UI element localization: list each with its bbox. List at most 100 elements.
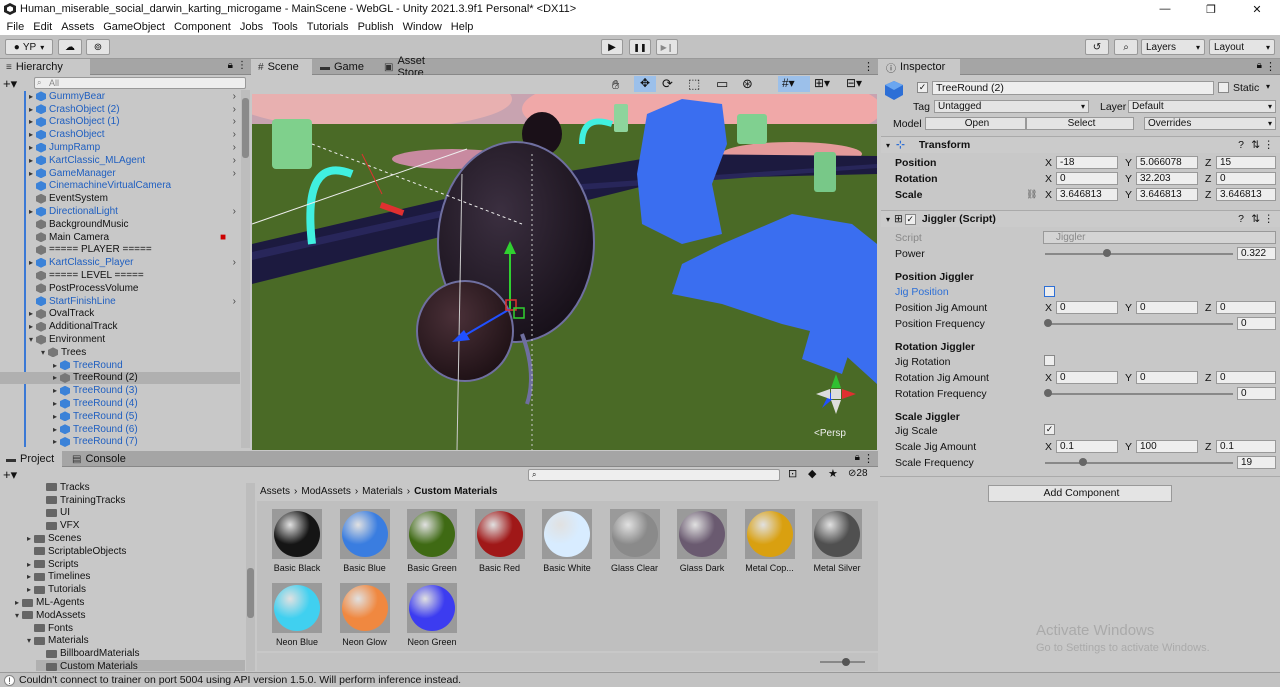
project-tree-scrollbar[interactable] — [246, 483, 255, 671]
minimize-icon[interactable]: — — [1142, 0, 1188, 18]
menu-edit[interactable]: Edit — [29, 21, 57, 33]
expand-arrow-icon[interactable]: ▸ — [50, 373, 60, 382]
expand-arrow-icon[interactable]: ▸ — [50, 412, 60, 421]
expand-arrow-icon[interactable]: ▸ — [24, 560, 34, 569]
hierarchy-row[interactable]: ▸ AdditionalTrack — [0, 320, 240, 333]
project-folder-row[interactable]: BillboardMaterials — [36, 647, 139, 660]
tab-console[interactable]: ▤ Console — [66, 451, 136, 467]
select-button[interactable]: Select — [1026, 117, 1134, 130]
material-asset[interactable]: Neon Blue — [267, 583, 327, 647]
menu-gameobject[interactable]: GameObject — [99, 21, 170, 33]
hierarchy-row[interactable]: ▸ CrashObject (1) › — [0, 116, 240, 129]
expand-arrow-icon[interactable]: ▸ — [26, 117, 36, 126]
grid-snap-icon[interactable]: #▾ — [778, 76, 810, 92]
increment-snap-icon[interactable]: ⊞▾ — [814, 76, 830, 90]
layout-dropdown[interactable]: Layout — [1209, 39, 1275, 55]
hierarchy-row[interactable]: ===== LEVEL ===== — [0, 269, 240, 282]
menu-publish[interactable]: Publish — [353, 21, 398, 33]
expand-arrow-icon[interactable]: ▾ — [38, 348, 48, 357]
filter-label-icon[interactable]: ◆ — [808, 467, 816, 480]
hierarchy-row[interactable]: ▸ TreeRound (3) — [0, 384, 240, 397]
expand-arrow-icon[interactable]: ▸ — [26, 143, 36, 152]
position-z-field[interactable]: 15 — [1216, 156, 1276, 169]
hierarchy-row[interactable]: ▾ Environment — [0, 333, 240, 346]
help-icon[interactable]: ? — [1238, 213, 1244, 225]
material-asset[interactable]: Neon Glow — [335, 583, 395, 647]
menu-help[interactable]: Help — [446, 21, 478, 33]
kebab-icon[interactable]: ⋮ — [1265, 60, 1276, 73]
expand-arrow-icon[interactable]: ▸ — [26, 169, 36, 178]
maximize-icon[interactable]: ❐ — [1188, 0, 1234, 18]
project-folder-row[interactable]: UI — [36, 507, 70, 520]
expand-arrow-icon[interactable]: ▸ — [50, 386, 60, 395]
add-component-button[interactable]: Add Component — [988, 485, 1172, 502]
rot-amount-x-field[interactable]: 0 — [1056, 371, 1118, 384]
breadcrumb-custom-materials[interactable]: Custom Materials — [414, 486, 497, 497]
scrollbar-thumb[interactable] — [242, 98, 249, 158]
rect-tool-icon[interactable]: ▭ — [716, 76, 728, 92]
pos-freq-slider-knob[interactable] — [1044, 319, 1052, 327]
rotation-x-field[interactable]: 0 — [1056, 172, 1118, 185]
power-slider-knob[interactable] — [1102, 249, 1111, 257]
expand-arrow-icon[interactable]: ▸ — [26, 322, 36, 331]
hierarchy-row[interactable]: CinemachineVirtualCamera — [0, 180, 240, 193]
expand-arrow-icon[interactable]: ▸ — [50, 361, 60, 370]
jig-rotation-checkbox[interactable] — [1044, 355, 1055, 366]
chevron-right-icon[interactable]: › — [233, 104, 236, 115]
lock-icon[interactable]: 🔒︎ — [855, 452, 860, 463]
expand-arrow-icon[interactable]: ▸ — [12, 598, 22, 607]
scale-amount-y-field[interactable]: 100 — [1136, 440, 1198, 453]
project-folder-row[interactable]: Custom Materials — [36, 660, 245, 671]
scene-render[interactable] — [252, 94, 877, 450]
expand-arrow-icon[interactable]: ▸ — [26, 258, 36, 267]
transform-header[interactable]: ▾ ⊹ Transform ? ⇅ ⋮ — [881, 136, 1280, 153]
project-folder-row[interactable]: ▸ Timelines — [24, 571, 90, 584]
open-button[interactable]: Open — [925, 117, 1026, 130]
layers-dropdown[interactable]: Layers — [1141, 39, 1205, 55]
tab-project[interactable]: ▬ Project — [0, 451, 62, 467]
breadcrumb-materials[interactable]: Materials — [362, 486, 403, 497]
material-asset[interactable]: Glass Clear — [605, 509, 665, 573]
project-folder-row[interactable]: ▸ Scripts — [24, 558, 79, 571]
expand-arrow-icon[interactable]: ▸ — [50, 425, 60, 434]
hierarchy-row[interactable]: ▸ CrashObject › — [0, 128, 240, 141]
tab-inspector[interactable]: ⓘ Inspector — [880, 59, 960, 75]
tag-dropdown[interactable]: Untagged — [934, 100, 1089, 113]
project-folder-row[interactable]: ▸ Scenes — [24, 532, 81, 545]
chevron-right-icon[interactable]: › — [233, 257, 236, 268]
material-asset[interactable]: Basic Black — [267, 509, 327, 573]
project-folder-row[interactable]: TrainingTracks — [36, 494, 125, 507]
layer-dropdown[interactable]: Default — [1128, 100, 1276, 113]
hierarchy-row[interactable]: ▾ Trees — [0, 346, 240, 359]
rot-freq-slider-track[interactable] — [1045, 393, 1233, 395]
project-search-input[interactable]: ⌕ — [528, 469, 780, 481]
project-folder-row[interactable]: ▾ Materials — [24, 635, 89, 648]
hierarchy-row[interactable]: ▸ GameManager › — [0, 167, 240, 180]
active-checkbox[interactable]: ✓ — [917, 82, 928, 93]
chevron-right-icon[interactable]: › — [233, 142, 236, 153]
chevron-right-icon[interactable]: › — [233, 206, 236, 217]
rotate-tool-icon[interactable]: ⟳ — [662, 76, 673, 92]
hierarchy-row[interactable]: ▸ KartClassic_Player › — [0, 256, 240, 269]
hierarchy-row[interactable]: ▸ CrashObject (2) › — [0, 103, 240, 116]
move-tool-icon[interactable]: ✥ — [634, 76, 656, 92]
tab-scene[interactable]: # Scene — [252, 59, 312, 75]
tab-asset-store[interactable]: ▣ Asset Store — [378, 55, 458, 79]
expand-arrow-icon[interactable]: ▾ — [26, 335, 36, 344]
settings-icon[interactable]: ⇅ — [1251, 139, 1260, 151]
kebab-icon[interactable]: ⋮ — [237, 60, 247, 71]
kebab-icon[interactable]: ⋮ — [1264, 213, 1275, 225]
scale-freq-value-field[interactable]: 19 — [1237, 456, 1276, 469]
rotation-z-field[interactable]: 0 — [1216, 172, 1276, 185]
cloud-icon[interactable]: ☁ — [58, 39, 82, 55]
scale-y-field[interactable]: 3.646813 — [1136, 188, 1198, 201]
hand-tool-icon[interactable]: ✋︎ — [612, 77, 619, 93]
chevron-right-icon[interactable]: › — [233, 129, 236, 140]
power-slider-track[interactable] — [1045, 253, 1233, 255]
scale-tool-icon[interactable]: ⬚ — [688, 76, 700, 92]
chevron-right-icon[interactable]: › — [233, 91, 236, 102]
pos-amount-x-field[interactable]: 0 — [1056, 301, 1118, 314]
rot-freq-slider-knob[interactable] — [1044, 389, 1052, 397]
hierarchy-row[interactable]: ▸ TreeRound (6) — [0, 423, 240, 436]
scale-amount-z-field[interactable]: 0.1 — [1216, 440, 1276, 453]
